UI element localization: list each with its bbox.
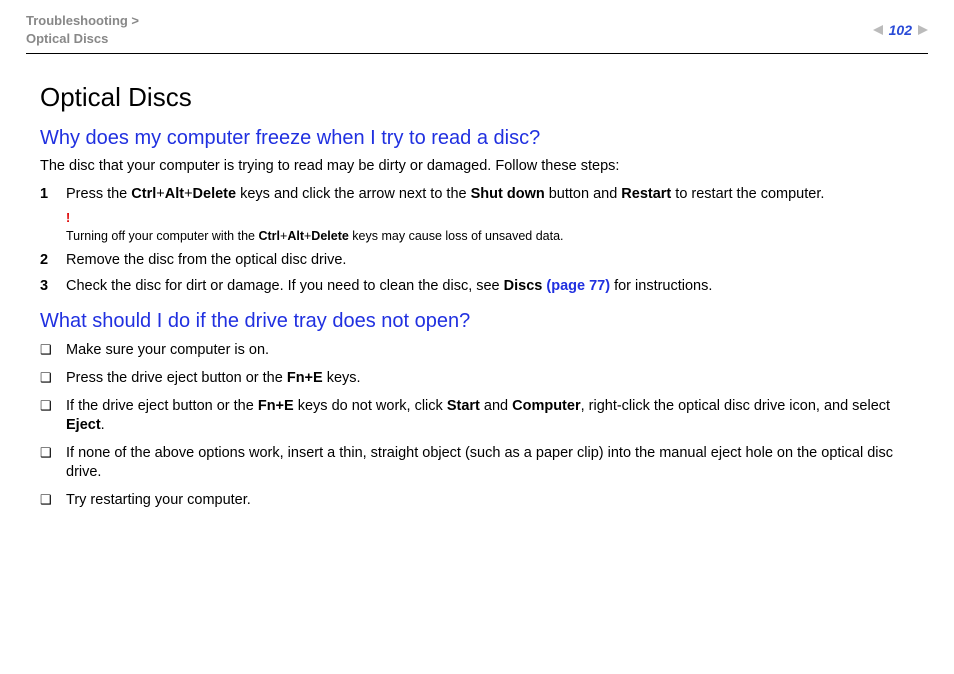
list-item: ❑Make sure your computer is on. (40, 341, 928, 361)
bullet-icon: ❑ (40, 341, 66, 361)
page-content: Optical Discs Why does my computer freez… (26, 54, 928, 510)
section1-intro: The disc that your computer is trying to… (40, 158, 928, 174)
bullet-icon: ❑ (40, 491, 66, 511)
list-item: ❑If none of the above options work, inse… (40, 444, 928, 483)
caution-icon: ! (66, 210, 928, 226)
bullet-icon: ❑ (40, 369, 66, 389)
step-2: Remove the disc from the optical disc dr… (40, 250, 928, 270)
page-header: Troubleshooting > Optical Discs 102 (26, 12, 928, 54)
list-item: ❑If the drive eject button or the Fn+E k… (40, 397, 928, 436)
breadcrumb-line-1: Troubleshooting > (26, 13, 139, 28)
page-nav: 102 (873, 12, 928, 38)
step-1: Press the Ctrl+Alt+Delete keys and click… (40, 184, 928, 204)
section-heading-freeze: Why does my computer freeze when I try t… (40, 127, 928, 150)
section-heading-tray: What should I do if the drive tray does … (40, 310, 928, 333)
next-page-icon[interactable] (918, 25, 928, 35)
discs-page-link[interactable]: (page 77) (546, 278, 610, 294)
list-item: ❑Try restarting your computer. (40, 491, 928, 511)
bullet-icon: ❑ (40, 397, 66, 436)
bullet-icon: ❑ (40, 444, 66, 483)
list-item: ❑Press the drive eject button or the Fn+… (40, 369, 928, 389)
page-number: 102 (889, 22, 912, 38)
step-3: Check the disc for dirt or damage. If yo… (40, 276, 928, 296)
steps-list-cont: Remove the disc from the optical disc dr… (40, 250, 928, 297)
page-title: Optical Discs (40, 82, 928, 113)
bullet-list: ❑Make sure your computer is on. ❑Press t… (40, 341, 928, 510)
caution-note: ! Turning off your computer with the Ctr… (66, 210, 928, 244)
manual-page: Troubleshooting > Optical Discs 102 Opti… (0, 0, 954, 510)
breadcrumb: Troubleshooting > Optical Discs (26, 12, 139, 47)
prev-page-icon[interactable] (873, 25, 883, 35)
breadcrumb-line-2: Optical Discs (26, 31, 108, 46)
steps-list: Press the Ctrl+Alt+Delete keys and click… (40, 184, 928, 204)
